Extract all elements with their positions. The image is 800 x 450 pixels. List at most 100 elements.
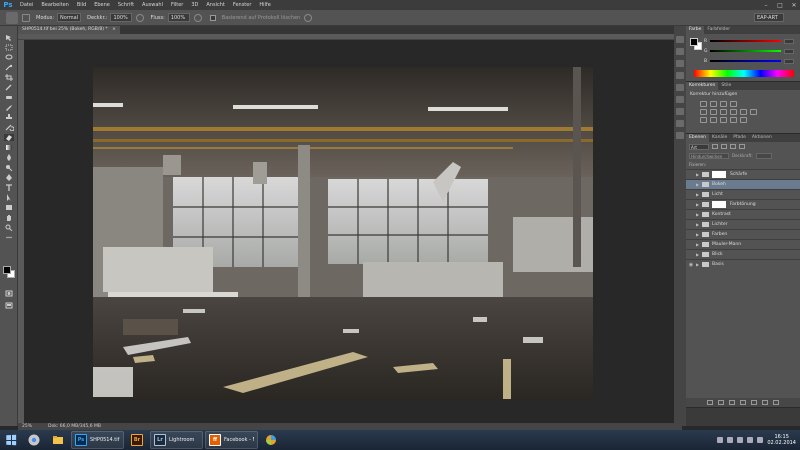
menu-ebene[interactable]: Ebene — [90, 2, 114, 8]
eraser-tool-icon[interactable] — [3, 134, 14, 141]
flag-icon[interactable] — [757, 437, 764, 443]
navigator-panel-icon[interactable] — [676, 108, 684, 115]
path-selection-tool-icon[interactable] — [4, 194, 14, 201]
layer-row[interactable]: ▶ Blick — [686, 249, 800, 259]
layer-style-icon[interactable] — [718, 400, 724, 405]
taskbar-app-button[interactable]: Br — [126, 431, 148, 449]
taskbar-app-button[interactable]: PsSHP0514.tif bei 2... — [71, 431, 124, 449]
taskbar-app-button[interactable]: Lr Lightroom — [150, 431, 203, 449]
close-button[interactable]: ✕ — [790, 2, 798, 9]
selective-color-icon[interactable] — [740, 117, 747, 123]
start-button[interactable] — [0, 430, 22, 450]
tab-paths[interactable]: Pfade — [730, 134, 749, 142]
menu-ansicht[interactable]: Ansicht — [202, 2, 228, 8]
new-layer-icon[interactable] — [762, 400, 768, 405]
document-tab[interactable]: SHP0514.tif bei 25% (Bokeh, RGB/8) * × — [18, 26, 120, 34]
photo-filter-icon[interactable] — [740, 109, 747, 115]
pressure-size-icon[interactable] — [304, 13, 313, 22]
tool-presets-panel-icon[interactable] — [676, 132, 684, 139]
history-brush-tool-icon[interactable] — [4, 124, 14, 132]
tray-app-icon[interactable] — [727, 437, 734, 443]
tab-styles[interactable]: Stile — [718, 82, 734, 90]
crop-tool-icon[interactable] — [4, 74, 14, 81]
document-info[interactable]: Dok: 66,0 MB/345,6 MB — [36, 424, 101, 429]
color-wheel-app-icon[interactable] — [260, 431, 282, 449]
layer-row[interactable]: ▶ Mauler-Mann — [686, 239, 800, 249]
layer-row[interactable]: ◉ ▶ Basis — [686, 259, 800, 269]
vibrance-icon[interactable] — [700, 109, 707, 115]
levels-icon[interactable] — [710, 101, 717, 107]
paragraph-panel-icon[interactable] — [676, 84, 684, 91]
tab-channels[interactable]: Kanäle — [709, 134, 730, 142]
menu-bearbeiten[interactable]: Bearbeiten — [37, 2, 72, 8]
brush-panel-icon[interactable] — [676, 60, 684, 67]
filter-pixel-icon[interactable] — [712, 144, 718, 149]
brightness-contrast-icon[interactable] — [700, 101, 707, 107]
layer-row[interactable]: ▶ Farbtönung — [686, 199, 800, 209]
gradient-map-icon[interactable] — [730, 117, 737, 123]
flow-input[interactable]: 100% — [167, 13, 190, 22]
menu-schrift[interactable]: Schrift — [114, 2, 138, 8]
layer-filter-select[interactable]: Art — [689, 143, 709, 150]
erase-history-checkbox[interactable] — [209, 14, 216, 21]
brush-preset-icon[interactable] — [22, 13, 30, 22]
tab-swatches[interactable]: Farbfelder — [704, 26, 733, 34]
menu-bild[interactable]: Bild — [73, 2, 90, 8]
color-balance-icon[interactable] — [720, 109, 727, 115]
tab-layers[interactable]: Ebenen — [686, 134, 709, 142]
tab-adjustments[interactable]: Korrekturen — [686, 82, 719, 90]
menu-3d[interactable]: 3D — [187, 2, 202, 8]
link-layers-icon[interactable] — [707, 400, 713, 405]
red-slider[interactable]: R — [704, 38, 794, 44]
pressure-opacity-icon[interactable] — [136, 13, 145, 22]
curves-icon[interactable] — [720, 101, 727, 107]
eyedropper-tool-icon[interactable] — [4, 84, 14, 91]
layer-row[interactable]: ▶ Farben — [686, 229, 800, 239]
menu-datei[interactable]: Datei — [16, 2, 37, 8]
black-white-icon[interactable] — [730, 109, 737, 115]
tray-expand-icon[interactable] — [717, 437, 724, 443]
channel-mixer-icon[interactable] — [750, 109, 757, 115]
taskbar-app-button[interactable]: ffFacebook - Mozil... — [205, 431, 258, 449]
eraser-tool-preset-icon[interactable] — [6, 11, 18, 24]
move-tool-icon[interactable] — [4, 34, 14, 41]
photoshop-logo-icon[interactable]: Ps — [0, 0, 16, 10]
new-adjustment-icon[interactable] — [740, 400, 746, 405]
gradient-tool-icon[interactable] — [4, 144, 14, 151]
opacity-input[interactable]: 100% — [110, 13, 133, 22]
quick-selection-tool-icon[interactable] — [4, 64, 14, 71]
hue-saturation-icon[interactable] — [710, 109, 717, 115]
layer-mask-thumbnail[interactable] — [712, 201, 726, 208]
layer-opacity-input[interactable] — [755, 152, 772, 159]
zoom-tool-icon[interactable] — [4, 224, 14, 232]
new-group-icon[interactable] — [751, 400, 757, 405]
info-panel-icon[interactable] — [676, 96, 684, 103]
mode-select[interactable]: Normal — [57, 13, 82, 22]
clock[interactable]: 16:15 02.02.2014 — [767, 434, 796, 446]
type-tool-icon[interactable] — [4, 184, 14, 191]
filter-type-icon[interactable] — [730, 144, 736, 149]
shape-tool-icon[interactable] — [4, 204, 14, 211]
menu-hilfe[interactable]: Hilfe — [255, 2, 274, 8]
layer-row[interactable]: ▶ Licht — [686, 189, 800, 199]
chrome-pinned-icon[interactable] — [23, 431, 45, 449]
canvas-area[interactable] — [24, 40, 682, 423]
screen-mode-icon[interactable] — [4, 302, 14, 309]
delete-layer-icon[interactable] — [773, 400, 779, 405]
posterize-icon[interactable] — [710, 117, 717, 123]
layer-row[interactable]: ▶ Lichter — [686, 219, 800, 229]
healing-brush-tool-icon[interactable] — [4, 94, 14, 101]
airbrush-icon[interactable] — [193, 13, 202, 22]
history-panel-icon[interactable] — [676, 36, 684, 43]
threshold-icon[interactable] — [720, 117, 727, 123]
layer-row[interactable]: ▶ Bokeh — [686, 179, 800, 189]
exposure-icon[interactable] — [730, 101, 737, 107]
quick-mask-icon[interactable] — [4, 290, 14, 297]
green-slider[interactable]: G — [704, 48, 794, 54]
brush-tool-icon[interactable] — [4, 104, 14, 111]
hand-tool-icon[interactable] — [4, 214, 14, 221]
blur-tool-icon[interactable] — [4, 154, 14, 161]
pen-tool-icon[interactable] — [4, 174, 14, 181]
menu-fenster[interactable]: Fenster — [229, 2, 256, 8]
document-tab-close-button[interactable]: × — [112, 27, 116, 32]
